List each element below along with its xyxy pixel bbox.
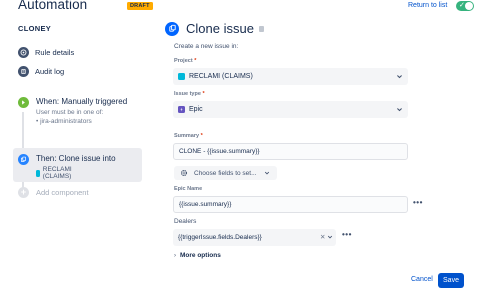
dealers-value: {{triggerIssue.fields.Dealers}}: [178, 234, 262, 241]
summary-value: CLONE - {{issue.summary}}: [179, 148, 260, 155]
epic-icon: [178, 106, 185, 113]
add-component-button[interactable]: + Add component: [18, 187, 89, 198]
app-title: Automation: [18, 0, 88, 12]
project-select[interactable]: RECLAMI (CLAIMS): [173, 68, 408, 85]
gear-icon: [180, 169, 188, 177]
chevron-down-icon: [397, 75, 402, 79]
action-step[interactable]: Then: Clone issue into RECLAMI (CLAIMS): [13, 148, 142, 182]
check-icon: ✓: [459, 2, 465, 9]
chevron-right-icon: ›: [174, 252, 176, 259]
summary-input[interactable]: CLONE - {{issue.summary}}: [173, 143, 408, 160]
choose-fields-label: Choose fields to set...: [194, 169, 257, 177]
clear-icon[interactable]: ✕: [320, 233, 325, 241]
flow-connector: [22, 112, 24, 152]
return-to-list-link[interactable]: Return to list: [408, 2, 447, 9]
info-icon: [18, 46, 29, 58]
plus-icon: +: [18, 187, 29, 198]
clone-icon: [165, 21, 179, 36]
clone-icon: [18, 154, 29, 165]
more-options-label: More options: [180, 252, 221, 259]
rule-name: CLONEY: [18, 24, 52, 33]
action-title: Then: Clone issue into: [36, 154, 116, 163]
trigger-title: When: Manually triggered: [36, 97, 128, 106]
chevron-down-icon: [397, 108, 402, 112]
summary-field-label: Summary *: [174, 133, 203, 139]
dealers-input[interactable]: {{triggerIssue.fields.Dealers}}: [173, 229, 336, 246]
add-component-label: Add component: [36, 188, 89, 197]
audit-log-icon: [18, 65, 29, 77]
more-options-toggle[interactable]: › More options: [174, 252, 221, 259]
save-button[interactable]: Save: [438, 273, 464, 288]
epic-name-more-icon[interactable]: •••: [413, 198, 423, 207]
panel-header: Clone issue: [165, 21, 264, 36]
section-heading: Create a new issue in:: [174, 43, 239, 50]
action-project-label: RECLAMI (CLAIMS): [42, 166, 72, 180]
trigger-icon: [18, 97, 29, 108]
project-icon: [36, 169, 40, 177]
nav-audit-log-label: Audit log: [35, 66, 65, 76]
action-project: RECLAMI (CLAIMS): [36, 166, 75, 180]
issue-type-value: Epic: [189, 106, 203, 113]
project-value: RECLAMI (CLAIMS): [189, 73, 253, 80]
trigger-condition: User must be in one of:: [36, 109, 104, 116]
rule-enabled-toggle[interactable]: ✓: [456, 1, 474, 11]
trash-icon[interactable]: [258, 25, 264, 32]
nav-rule-details-label: Rule details: [35, 47, 75, 57]
rule-sidebar: CLONEY Rule details Audit log When: Manu…: [0, 13, 146, 306]
project-icon: [178, 73, 185, 80]
nav-rule-details[interactable]: Rule details: [18, 46, 74, 58]
epic-name-value: {{issue.summary}}: [179, 201, 232, 208]
epic-name-field-label: Epic Name: [174, 186, 203, 192]
trigger-group: • jira-administrators: [36, 118, 92, 125]
epic-name-input[interactable]: {{issue.summary}}: [173, 196, 408, 213]
choose-fields-button[interactable]: Choose fields to set...: [174, 166, 277, 180]
panel-title: Clone issue: [186, 21, 254, 36]
issue-type-select[interactable]: Epic: [173, 101, 408, 118]
toggle-knob: [465, 2, 473, 10]
chevron-down-icon[interactable]: [327, 234, 333, 240]
nav-audit-log[interactable]: Audit log: [18, 65, 64, 77]
dealers-more-icon[interactable]: •••: [342, 230, 352, 239]
cancel-button[interactable]: Cancel: [408, 273, 436, 287]
dealers-field-label: Dealers: [174, 218, 197, 225]
top-bar: Automation DRAFT Return to list ✓: [0, 0, 488, 13]
project-field-label: Project *: [174, 58, 197, 64]
chevron-down-icon: [264, 171, 270, 175]
draft-badge: DRAFT: [127, 2, 153, 10]
issue-type-field-label: Issue type *: [174, 91, 205, 97]
